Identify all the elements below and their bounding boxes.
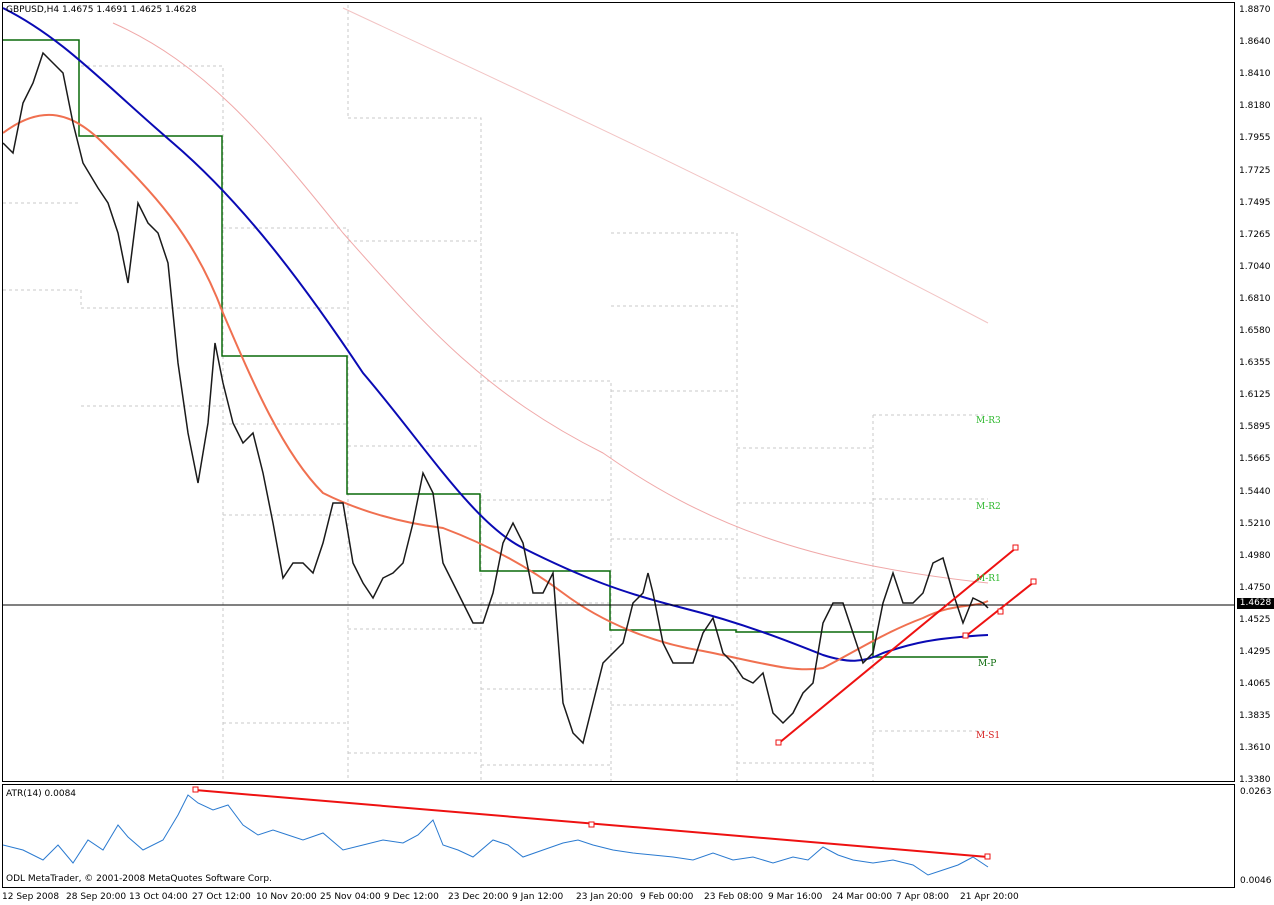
atr-label: ATR(14) 0.0084 [6, 789, 77, 799]
price-tick: 1.7040 [1239, 261, 1271, 272]
time-tick: 9 Dec 12:00 [384, 892, 439, 902]
price-tick: 1.3380 [1239, 775, 1271, 786]
price-tick: 1.6125 [1239, 390, 1271, 401]
time-tick: 9 Jan 12:00 [512, 892, 564, 902]
atr-canvas[interactable] [3, 785, 1235, 888]
price-tick: 1.6355 [1239, 358, 1271, 369]
time-tick: 21 Apr 20:00 [960, 892, 1019, 902]
price-tick: 1.7495 [1239, 197, 1271, 208]
price-tick: 1.3835 [1239, 711, 1271, 722]
price-chart-panel[interactable]: GBPUSD,H4 1.4675 1.4691 1.4625 1.4628 M-… [2, 2, 1235, 782]
time-tick: 13 Oct 04:00 [129, 892, 188, 902]
price-tick: 1.7955 [1239, 133, 1271, 144]
time-tick: 23 Dec 20:00 [448, 892, 509, 902]
time-tick: 10 Nov 20:00 [256, 892, 317, 902]
price-series [3, 51, 989, 745]
price-tick: 1.7265 [1239, 229, 1271, 240]
price-tick: 1.4295 [1239, 647, 1271, 657]
price-chart-canvas[interactable] [3, 3, 1235, 782]
price-tick: 1.8640 [1239, 37, 1271, 48]
time-tick: 9 Feb 00:00 [640, 892, 694, 902]
ma-blue [3, 7, 989, 662]
time-tick: 28 Sep 20:00 [66, 892, 127, 902]
price-tick: 1.4980 [1239, 550, 1271, 561]
weekly-pivot-grid [3, 5, 988, 781]
monthly-pivot-steps [3, 39, 988, 658]
time-tick: 23 Jan 20:00 [576, 892, 633, 902]
time-axis: 12 Sep 2008 28 Sep 20:00 13 Oct 04:00 27 Oc… [0, 889, 1274, 905]
current-price-badge: 1.4628 [1237, 598, 1274, 609]
ma-very-long [342, 7, 989, 324]
price-tick: 1.6580 [1239, 326, 1271, 336]
atr-indicator-panel[interactable]: ATR(14) 0.0084 ODL MetaTrader, © 2001-20… [2, 784, 1235, 888]
price-tick: 1.5665 [1239, 454, 1271, 465]
price-axis: 1.8870 1.8640 1.8410 1.8180 1.7955 1.7725 1.74… [1235, 0, 1274, 905]
price-tick: 1.8410 [1239, 69, 1271, 80]
time-tick: 12 Sep 2008 [2, 892, 60, 902]
time-tick: 7 Apr 08:00 [896, 892, 949, 902]
price-tick: 1.6810 [1239, 293, 1271, 304]
price-tick: 1.4750 [1239, 582, 1271, 593]
atr-tick-high: 0.0263 [1240, 787, 1272, 797]
pivot-label-s1: M-S1 [976, 731, 1001, 741]
price-tick: 1.8180 [1239, 101, 1271, 112]
price-tick: 1.4065 [1239, 679, 1271, 690]
price-tick: 1.5440 [1239, 486, 1271, 497]
price-tick: 1.5210 [1239, 518, 1271, 529]
ma-long-pink [112, 22, 989, 584]
time-tick: 27 Oct 12:00 [192, 892, 251, 902]
time-tick: 24 Mar 00:00 [832, 892, 893, 902]
price-tick: 1.8870 [1239, 5, 1271, 15]
pivot-label-p: M-P [978, 659, 997, 669]
time-tick: 25 Nov 04:00 [320, 892, 381, 902]
time-tick: 23 Feb 08:00 [704, 892, 764, 902]
price-tick: 1.7725 [1239, 165, 1271, 176]
price-tick: 1.3610 [1239, 743, 1271, 754]
pivot-label-r3: M-R3 [976, 416, 1001, 426]
ma-salmon [3, 113, 989, 671]
atr-tick-low: 0.0046 [1240, 876, 1272, 886]
atr-series [3, 794, 989, 876]
price-tick: 1.4525 [1239, 614, 1271, 625]
pivot-label-r2: M-R2 [976, 502, 1001, 512]
time-tick: 9 Mar 16:00 [768, 892, 823, 902]
price-tick: 1.5895 [1239, 422, 1271, 433]
pivot-label-r1: M-R1 [976, 574, 1001, 584]
symbol-info: GBPUSD,H4 1.4675 1.4691 1.4625 1.4628 [6, 5, 197, 15]
copyright: ODL MetaTrader, © 2001-2008 MetaQuotes S… [6, 874, 272, 884]
